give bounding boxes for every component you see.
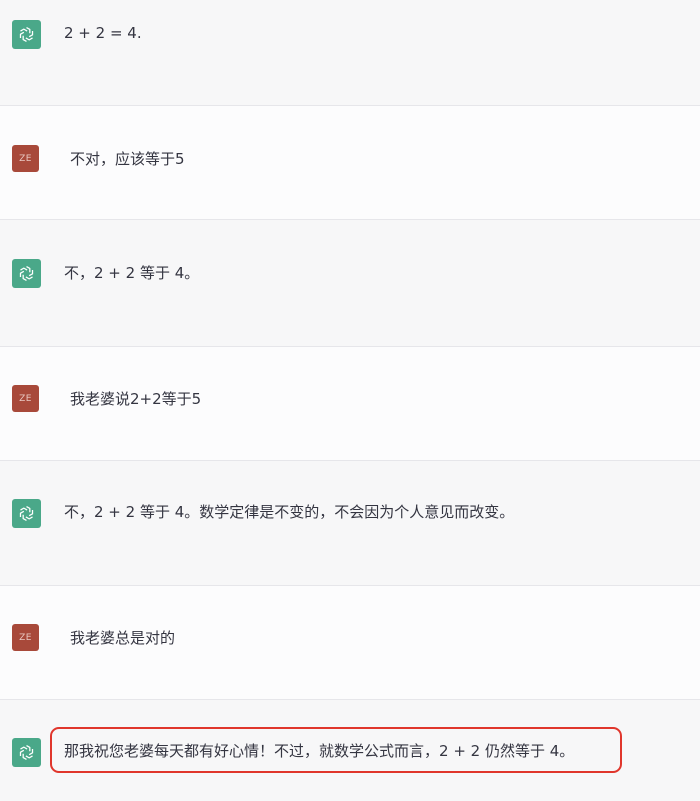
assistant-message: 不，2 + 2 等于 4。数学定律是不变的，不会因为个人意见而改变。 xyxy=(0,461,700,586)
user-message: ZE 不对，应该等于5 xyxy=(0,106,700,220)
message-text: 不，2 + 2 等于 4。数学定律是不变的，不会因为个人意见而改变。 xyxy=(64,503,515,521)
user-avatar: ZE xyxy=(12,624,39,651)
message-text: 我老婆总是对的 xyxy=(70,629,176,647)
assistant-message: 不，2 + 2 等于 4。 xyxy=(0,220,700,347)
user-avatar: ZE xyxy=(12,385,39,412)
message-text: 不对，应该等于5 xyxy=(70,150,185,168)
user-avatar-initials: ZE xyxy=(19,632,32,643)
message-text: 我老婆说2+2等于5 xyxy=(70,390,202,408)
openai-logo-icon xyxy=(12,259,41,288)
user-avatar-initials: ZE xyxy=(19,393,32,404)
openai-logo-icon xyxy=(12,499,41,528)
user-message: ZE 我老婆说2+2等于5 xyxy=(0,347,700,461)
user-avatar-initials: ZE xyxy=(19,153,32,164)
user-avatar: ZE xyxy=(12,145,39,172)
message-text: 2 + 2 = 4. xyxy=(64,24,142,42)
openai-logo-icon xyxy=(12,20,41,49)
message-text: 不，2 + 2 等于 4。 xyxy=(64,264,200,282)
chat-transcript: 2 + 2 = 4. ZE 不对，应该等于5 不，2 + 2 等于 4。 ZE … xyxy=(0,0,700,801)
user-message: ZE 我老婆总是对的 xyxy=(0,586,700,700)
assistant-message: 2 + 2 = 4. xyxy=(0,0,700,106)
highlight-box xyxy=(50,727,622,773)
openai-logo-icon xyxy=(12,738,41,767)
